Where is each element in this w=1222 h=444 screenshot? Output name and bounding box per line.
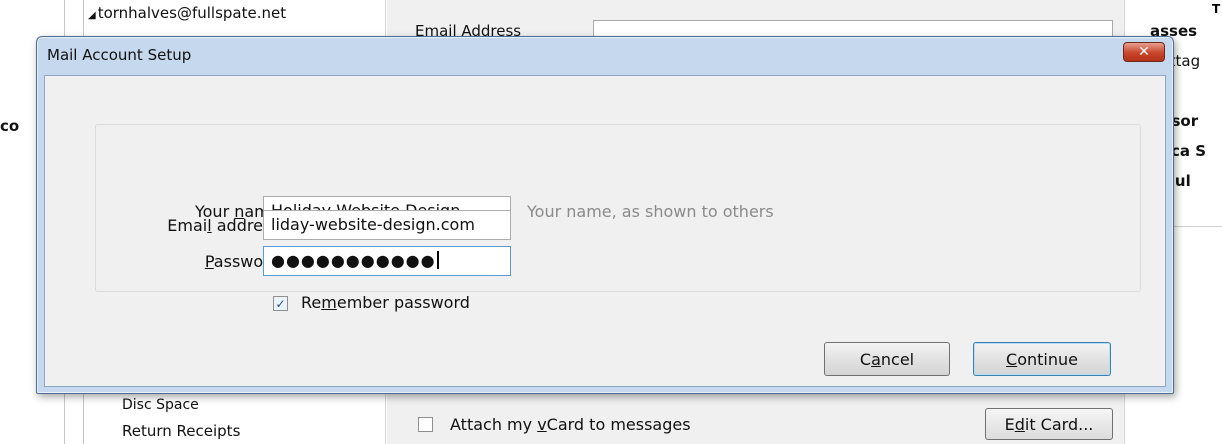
mail-account-setup-dialog: Mail Account Setup ✕ Your name: Holiday …: [36, 36, 1174, 394]
email-address-input[interactable]: liday-website-design.com: [263, 210, 511, 240]
tree-item-disc-space[interactable]: Disc Space: [122, 397, 199, 413]
continue-button[interactable]: Continue: [973, 342, 1111, 376]
dialog-body: Your name: Holiday Website Design Your n…: [44, 75, 1166, 387]
password-label: Password:: [204, 252, 285, 271]
password-mask: ●●●●●●●●●●●: [271, 251, 436, 270]
account-name: tornhalves@fullspate.net: [97, 4, 287, 22]
account-tree-item[interactable]: ◢ tornhalves@fullspate.net: [88, 4, 286, 22]
remember-password-checkbox[interactable]: ✓: [273, 296, 288, 311]
expand-triangle-icon[interactable]: ◢: [88, 10, 96, 21]
cancel-button[interactable]: Ca ncel: [824, 342, 950, 376]
remember-password-label: Remember password: [301, 293, 470, 312]
tree-item-return-receipts[interactable]: Return Receipts: [122, 422, 240, 440]
checkmark-icon: ✓: [275, 296, 286, 311]
attach-vcard-checkbox[interactable]: [418, 417, 433, 432]
close-icon[interactable]: ✕: [1123, 42, 1165, 62]
dialog-title-bar[interactable]: Mail Account Setup ✕: [37, 37, 1173, 75]
text-caret: [436, 251, 439, 269]
left-text-fragment: co: [0, 117, 20, 135]
password-input[interactable]: ●●●●●●●●●●●: [263, 246, 511, 276]
email-address-label: Email address:: [167, 216, 285, 235]
edit-card-button[interactable]: Ed it Card...: [985, 408, 1113, 440]
your-name-hint: Your name, as shown to others: [527, 202, 774, 221]
dialog-title: Mail Account Setup: [47, 46, 192, 64]
attach-vcard-label: Attach my vCard to messages: [450, 415, 691, 434]
right-corner-fragment: T: [1212, 2, 1221, 16]
